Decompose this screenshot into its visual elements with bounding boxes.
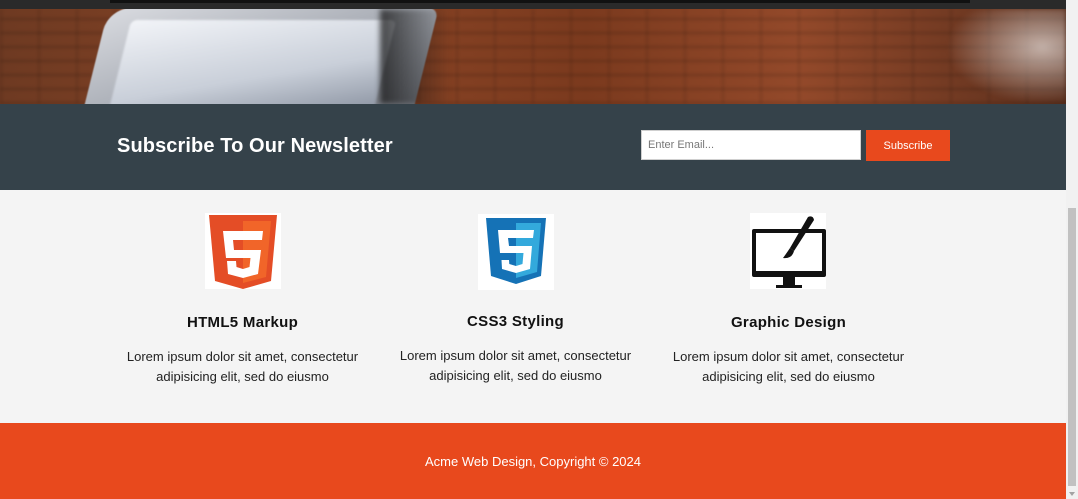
feature-title-html5: HTML5 Markup	[186, 314, 299, 331]
feature-text-graphic-design: Lorem ipsum dolor sit amet, consectetur …	[652, 347, 925, 387]
feature-title-css3: CSS3 Styling	[467, 313, 564, 330]
scrollbar-thumb[interactable]	[1068, 208, 1076, 486]
feature-text-line: Lorem ipsum dolor sit amet, consectetur	[672, 349, 905, 364]
subscribe-button[interactable]: Subscribe	[866, 130, 950, 161]
email-input[interactable]	[641, 130, 861, 160]
css3-logo-icon	[478, 214, 554, 290]
monitor-brush-icon	[750, 213, 826, 289]
monitor-brush-icon	[752, 216, 826, 288]
feature-text-line: Lorem ipsum dolor sit amet, consectetur	[399, 348, 632, 363]
feature-text-line: adipisicing elit, sed do eiusmo	[702, 369, 875, 384]
laptop-screen-image	[108, 20, 397, 104]
feature-text-line: adipisicing elit, sed do eiusmo	[156, 369, 329, 384]
feature-text-css3: Lorem ipsum dolor sit amet, consectetur …	[379, 346, 652, 386]
newsletter-section: Subscribe To Our Newsletter Subscribe	[0, 104, 1066, 190]
page: Subscribe To Our Newsletter Subscribe HT…	[0, 0, 1078, 499]
html5-logo-icon	[209, 215, 277, 289]
feature-text-line: Lorem ipsum dolor sit amet, consectetur	[126, 349, 359, 364]
feature-text-html5: Lorem ipsum dolor sit amet, consectetur …	[106, 347, 379, 387]
image-highlight	[946, 9, 1066, 104]
footer: Acme Web Design, Copyright © 2024	[0, 423, 1066, 499]
header-edge	[0, 0, 1066, 9]
image-shadow	[380, 9, 450, 104]
page-scrollbar[interactable]	[1066, 0, 1078, 499]
feature-title-graphic-design: Graphic Design	[730, 314, 847, 331]
header-edge-inner	[110, 0, 970, 3]
features-section: HTML5 Markup Lorem ipsum dolor sit amet,…	[0, 190, 1066, 423]
newsletter-heading: Subscribe To Our Newsletter	[117, 135, 393, 157]
copyright-text: Acme Web Design, Copyright © 2024	[425, 454, 641, 469]
showcase-image	[0, 0, 1066, 104]
scroll-down-arrow-icon[interactable]	[1069, 492, 1075, 496]
html5-logo-icon	[205, 213, 281, 289]
css3-logo-icon	[486, 218, 546, 284]
feature-text-line: adipisicing elit, sed do eiusmo	[429, 368, 602, 383]
